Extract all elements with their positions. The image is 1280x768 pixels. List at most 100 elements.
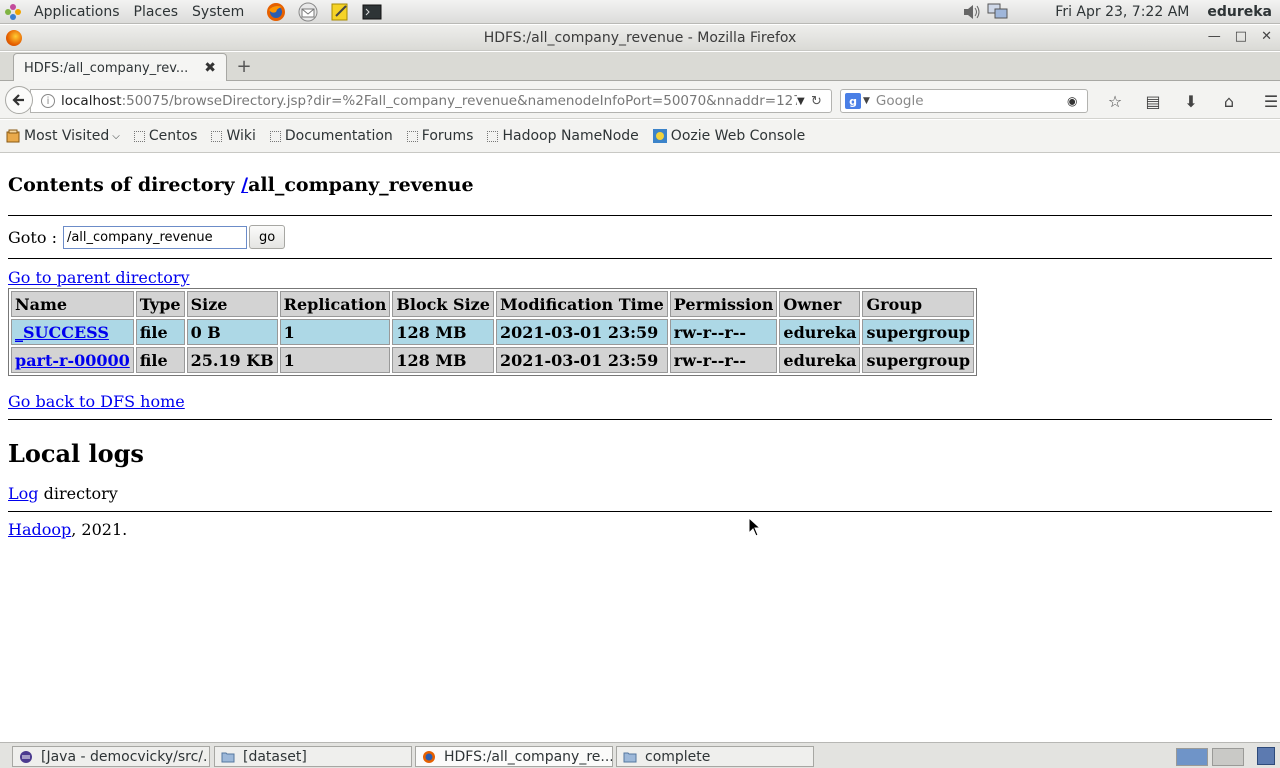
hamburger-menu-icon[interactable]: ☰ xyxy=(1252,90,1280,112)
search-input[interactable]: Google xyxy=(876,93,1067,109)
cell-modification-time: 2021-03-01 23:59 xyxy=(495,347,668,373)
notes-launcher-icon[interactable] xyxy=(329,1,351,23)
tab-hdfs[interactable]: HDFS:/all_company_rev... ✖ xyxy=(13,53,227,82)
cell-block-size: 128 MB xyxy=(392,319,494,345)
bookmark-hadoop-namenode[interactable]: Hadoop NameNode xyxy=(487,128,639,144)
table-header-row: Name Type Size Replication Block Size Mo… xyxy=(11,291,975,317)
search-box[interactable]: g ▼ Google ◉ xyxy=(840,89,1088,113)
google-icon[interactable]: g xyxy=(845,93,861,109)
task-dataset[interactable]: [dataset] xyxy=(214,746,412,767)
user-menu[interactable]: edureka xyxy=(1207,4,1272,20)
volume-icon[interactable] xyxy=(959,2,985,22)
network-icon[interactable] xyxy=(985,2,1011,22)
header-replication: Replication xyxy=(279,291,391,317)
workspace-2[interactable] xyxy=(1212,748,1244,766)
bookmark-forums[interactable]: Forums xyxy=(406,128,473,144)
divider xyxy=(8,258,1272,259)
goto-label: Goto : xyxy=(8,227,57,247)
bookmark-wiki[interactable]: Wiki xyxy=(211,128,256,144)
firefox-icon xyxy=(6,30,22,46)
header-name: Name xyxy=(11,291,134,317)
applications-menu[interactable]: Applications xyxy=(27,0,127,24)
go-button[interactable]: go xyxy=(248,225,286,249)
mouse-cursor-icon xyxy=(748,517,760,537)
navigation-bar: i localhost:50075/browseDirectory.jsp?di… xyxy=(0,81,1280,119)
goto-form: Goto : go xyxy=(8,216,1272,258)
places-menu[interactable]: Places xyxy=(127,0,186,24)
eclipse-icon xyxy=(20,750,32,763)
hadoop-link[interactable]: Hadoop xyxy=(8,520,71,539)
log-directory-line: Log directory xyxy=(8,484,1272,503)
url-bar[interactable]: i localhost:50075/browseDirectory.jsp?di… xyxy=(30,89,832,113)
clock[interactable]: Fri Apr 23, 7:22 AM xyxy=(1055,4,1189,20)
tab-label: HDFS:/all_company_rev... xyxy=(24,60,189,76)
footer-line: Hadoop, 2021. xyxy=(8,520,1272,539)
binoculars-icon[interactable]: ◉ xyxy=(1067,94,1087,108)
top-panel: Applications Places System Fri Apr 23, 7… xyxy=(0,0,1280,24)
oozie-icon xyxy=(652,129,667,143)
bookmark-label: Hadoop NameNode xyxy=(502,128,639,144)
window-title-bar[interactable]: HDFS:/all_company_revenue - Mozilla Fire… xyxy=(0,25,1280,51)
reload-icon[interactable]: ↻ xyxy=(811,94,831,109)
trash-icon[interactable] xyxy=(1257,747,1275,765)
mail-launcher-icon[interactable] xyxy=(297,1,319,23)
minimize-icon[interactable]: — xyxy=(1208,29,1221,44)
firefox-icon xyxy=(423,750,435,763)
bottom-taskbar: [Java - democvicky/src/... [dataset] HDF… xyxy=(0,742,1280,768)
task-java[interactable]: [Java - democvicky/src/... xyxy=(12,746,210,767)
cell-group: supergroup xyxy=(862,347,975,373)
goto-input[interactable] xyxy=(62,225,247,249)
title-prefix: Contents of directory xyxy=(8,174,242,196)
new-tab-icon[interactable]: + xyxy=(234,56,254,77)
folder-icon xyxy=(623,752,637,762)
task-label: [dataset] xyxy=(243,748,307,765)
bookmark-page-icon xyxy=(211,130,223,142)
folder-icon xyxy=(221,752,235,762)
chevron-down-icon: ⌵ xyxy=(112,130,120,142)
bookmark-star-icon[interactable]: ☆ xyxy=(1096,90,1134,112)
workspace-1[interactable] xyxy=(1176,748,1208,766)
bookmarks-bar: Most Visited ⌵ Centos Wiki Documentation… xyxy=(0,120,1280,153)
back-button[interactable] xyxy=(5,86,33,114)
url-text[interactable]: localhost:50075/browseDirectory.jsp?dir=… xyxy=(61,93,797,109)
bookmark-centos[interactable]: Centos xyxy=(133,128,197,144)
most-visited-menu[interactable]: Most Visited ⌵ xyxy=(6,128,120,144)
title-dir: all_company_revenue xyxy=(248,174,474,196)
file-link[interactable]: _SUCCESS xyxy=(15,323,109,342)
dfs-home-link[interactable]: Go back to DFS home xyxy=(8,392,1272,411)
file-link[interactable]: part-r-00000 xyxy=(15,351,130,370)
parent-directory-link[interactable]: Go to parent directory xyxy=(8,268,1272,287)
maximize-icon[interactable]: □ xyxy=(1235,29,1247,44)
url-dropdown-icon[interactable]: ▼ xyxy=(797,96,811,107)
task-firefox[interactable]: HDFS:/all_company_re... xyxy=(415,746,613,767)
bookmark-page-icon xyxy=(133,130,145,142)
cell-owner: edureka xyxy=(779,347,861,373)
site-info-icon[interactable]: i xyxy=(41,94,55,108)
bookmark-label: Wiki xyxy=(226,128,256,144)
reading-list-icon[interactable]: ▤ xyxy=(1134,90,1172,112)
tab-close-icon[interactable]: ✖ xyxy=(204,60,216,76)
header-type: Type xyxy=(135,291,185,317)
bookmark-page-icon xyxy=(269,130,281,142)
firefox-launcher-icon[interactable] xyxy=(265,1,287,23)
divider xyxy=(8,419,1272,420)
bookmark-documentation[interactable]: Documentation xyxy=(269,128,393,144)
header-size: Size xyxy=(186,291,278,317)
log-link[interactable]: Log xyxy=(8,484,39,503)
terminal-launcher-icon[interactable] xyxy=(361,1,383,23)
header-owner: Owner xyxy=(779,291,861,317)
download-icon[interactable]: ⬇ xyxy=(1172,90,1210,112)
page-content: Contents of directory /all_company_reven… xyxy=(8,154,1272,539)
cell-size: 25.19 KB xyxy=(186,347,278,373)
home-icon[interactable]: ⌂ xyxy=(1210,90,1248,112)
system-menu[interactable]: System xyxy=(185,0,251,24)
bookmark-oozie-web-console[interactable]: Oozie Web Console xyxy=(652,128,805,144)
close-icon[interactable]: ✕ xyxy=(1261,29,1272,44)
header-block-size: Block Size xyxy=(392,291,494,317)
search-engine-dropdown-icon[interactable]: ▼ xyxy=(863,96,870,106)
back-arrow-icon xyxy=(12,94,24,106)
task-complete[interactable]: complete xyxy=(616,746,814,767)
divider xyxy=(8,511,1272,512)
cell-name: _SUCCESS xyxy=(11,319,134,345)
cell-group: supergroup xyxy=(862,319,975,345)
